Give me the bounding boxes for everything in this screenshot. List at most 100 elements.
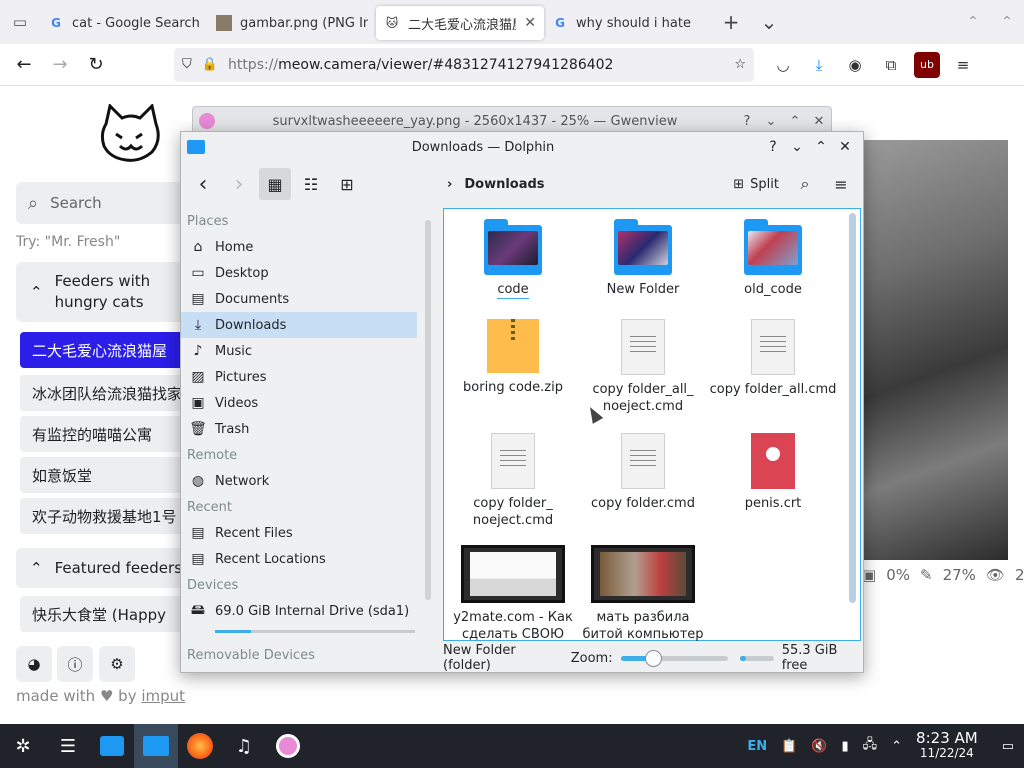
clock[interactable]: 8:23 AM 11/22/24 <box>916 731 978 761</box>
file-item[interactable]: y2mate.com - Как сделать СВОЮ <box>448 545 578 643</box>
file-item[interactable]: old_code <box>708 219 838 298</box>
keyboard-layout-indicator[interactable]: EN <box>747 739 767 754</box>
places-item-network[interactable]: ◍ Network <box>181 468 417 494</box>
places-item-music[interactable]: ♪ Music <box>181 338 417 364</box>
file-item[interactable]: copy folder_all_ noeject.cmd <box>578 319 708 415</box>
feeder-item[interactable]: 冰冰团队给流浪猫找家 <box>20 375 196 411</box>
system-settings-icon[interactable]: ☰ <box>46 724 90 768</box>
url-bar[interactable]: ⛉ 🔒 https://meow.camera/viewer/#48312741… <box>174 47 754 82</box>
file-view[interactable]: code New Folder old_code boring code.zip… <box>443 208 861 643</box>
split-view-button[interactable]: ⊞ Split <box>727 177 785 192</box>
info-button[interactable]: ⓘ <box>57 646 93 682</box>
settings-button[interactable]: ⚙ <box>99 646 135 682</box>
maximize-icon[interactable]: ⌃ <box>809 139 833 155</box>
tab-list-icon[interactable]: ▭ <box>0 0 40 44</box>
close-tab-icon[interactable]: ✕ <box>524 15 536 31</box>
chevron-down-icon[interactable]: ⌄ <box>750 0 788 44</box>
featured-feeders-group[interactable]: ⌃ Featured feeders <box>16 548 196 588</box>
hamburger-menu-button[interactable]: ≡ <box>825 168 857 200</box>
featured-feeder-item[interactable]: 快乐大食堂 (Happy <box>20 596 196 632</box>
discord-button[interactable]: ◕ <box>16 646 52 682</box>
places-item-desktop[interactable]: ▭ Desktop <box>181 260 417 286</box>
places-item-recent-locations[interactable]: ▤ Recent Locations <box>181 546 417 572</box>
forward-button[interactable]: → <box>42 47 78 83</box>
pocket-icon[interactable]: ◡ <box>770 52 796 78</box>
tab-gambar-png[interactable]: gambar.png (PNG Ima <box>208 6 376 40</box>
file-item[interactable]: New Folder <box>578 219 708 298</box>
discover-icon[interactable] <box>90 724 134 768</box>
places-scrollbar[interactable] <box>425 220 431 600</box>
file-item[interactable]: boring code.zip <box>448 319 578 396</box>
account-icon[interactable]: ◉ <box>842 52 868 78</box>
file-item[interactable]: мать разбила битой компьютер <box>578 545 708 643</box>
forward-button[interactable]: › <box>223 168 255 200</box>
places-item-documents[interactable]: ▤ Documents <box>181 286 417 312</box>
clipboard-icon[interactable]: 📋 <box>781 739 797 754</box>
menu-icon[interactable]: ≡ <box>950 52 976 78</box>
ublock-icon[interactable]: ub <box>914 51 940 78</box>
chevron-up-icon[interactable]: ⌃ <box>891 739 902 754</box>
breadcrumb[interactable]: › Downloads <box>447 177 545 192</box>
file-item[interactable]: penis.crt <box>708 433 838 512</box>
close-icon[interactable]: ✕ <box>807 114 831 129</box>
back-button[interactable]: ← <box>6 47 42 83</box>
lock-icon[interactable]: 🔒 <box>202 57 218 72</box>
feeder-item[interactable]: 二大毛爱心流浪猫屋 <box>20 332 196 368</box>
file-item[interactable]: copy folder_ noeject.cmd <box>448 433 578 529</box>
minimize-icon[interactable]: ⌄ <box>759 114 783 129</box>
zoom-slider[interactable] <box>620 649 729 667</box>
back-button[interactable]: ‹ <box>187 168 219 200</box>
feeder-item[interactable]: 有监控的喵喵公寓 <box>20 416 196 452</box>
file-item[interactable]: copy folder_all.cmd <box>708 319 838 398</box>
show-desktop-icon[interactable]: ▭ <box>1002 739 1014 754</box>
maximize-icon[interactable]: ⌃ <box>783 114 807 129</box>
places-item-trash[interactable]: 🗑 Trash <box>181 416 417 442</box>
camera-stream[interactable] <box>860 140 1008 560</box>
new-tab-button[interactable]: + <box>712 0 750 44</box>
places-item-internal-drive[interactable]: 🖴 69.0 GiB Internal Drive (sda1) <box>181 598 417 624</box>
tab-google-why[interactable]: G why should i hate <box>544 6 712 40</box>
file-item[interactable]: copy folder.cmd <box>578 433 708 512</box>
places-item-recent-files[interactable]: ▤ Recent Files <box>181 520 417 546</box>
network-tray-icon[interactable]: 🖧 <box>863 735 878 757</box>
bookmark-star-icon[interactable]: ☆ <box>734 57 746 72</box>
help-icon[interactable]: ? <box>761 139 785 155</box>
minimize-icon[interactable]: ⌄ <box>785 139 809 155</box>
hungry-feeders-group[interactable]: ⌃ Feeders with hungry cats <box>16 262 196 322</box>
download-icon[interactable]: ⤓ <box>806 52 832 78</box>
shield-icon[interactable]: ⛉ <box>182 57 192 72</box>
file-view-scrollbar[interactable] <box>849 213 856 603</box>
url-text[interactable]: https://meow.camera/viewer/#483127412794… <box>228 57 724 73</box>
dolphin-task-icon[interactable] <box>134 724 178 768</box>
search-button[interactable]: ⌕ <box>789 168 821 200</box>
app-launcher-icon[interactable]: ✲ <box>0 724 46 768</box>
places-item-downloads[interactable]: ⤓ Downloads <box>181 312 417 338</box>
places-item-pictures[interactable]: ▨ Pictures <box>181 364 417 390</box>
battery-icon[interactable]: ▮ <box>841 739 848 754</box>
extensions-icon[interactable]: ⧉ <box>878 52 904 78</box>
feeder-item[interactable]: 如意饭堂 <box>20 457 196 493</box>
compact-view-button[interactable]: ☷ <box>295 168 327 200</box>
feeder-item[interactable]: 欢子动物救援基地1号 <box>20 498 196 534</box>
dolphin-titlebar[interactable]: Downloads — Dolphin ? ⌄ ⌃ ✕ <box>181 132 863 162</box>
places-item-videos[interactable]: ▣ Videos <box>181 390 417 416</box>
maximize-icon[interactable]: ⌃ <box>990 0 1024 44</box>
help-icon[interactable]: ? <box>735 114 759 129</box>
zoom-slider-handle[interactable] <box>644 649 662 667</box>
author-link[interactable]: imput <box>141 687 185 705</box>
tab-meow-camera[interactable]: 🐱 二大毛爱心流浪猫屋 ✕ <box>376 6 544 40</box>
breadcrumb-item[interactable]: Downloads <box>464 177 544 192</box>
icons-view-button[interactable]: ▦ <box>259 168 291 200</box>
feeder-search-input[interactable]: ⌕ Search <box>16 182 196 224</box>
reload-button[interactable]: ↻ <box>78 47 114 83</box>
tab-google-search[interactable]: G cat - Google Search <box>40 6 208 40</box>
minimize-icon[interactable]: ⌃ <box>956 0 990 44</box>
details-view-button[interactable]: ⊞ <box>331 168 363 200</box>
volume-muted-icon[interactable]: 🔇 <box>811 739 827 754</box>
firefox-icon[interactable] <box>178 724 222 768</box>
places-item-home[interactable]: ⌂ Home <box>181 234 417 260</box>
close-icon[interactable]: ✕ <box>833 139 857 155</box>
audio-app-icon[interactable]: ♫ <box>222 724 266 768</box>
gwenview-task-icon[interactable] <box>266 724 310 768</box>
file-item[interactable]: code <box>448 219 578 299</box>
